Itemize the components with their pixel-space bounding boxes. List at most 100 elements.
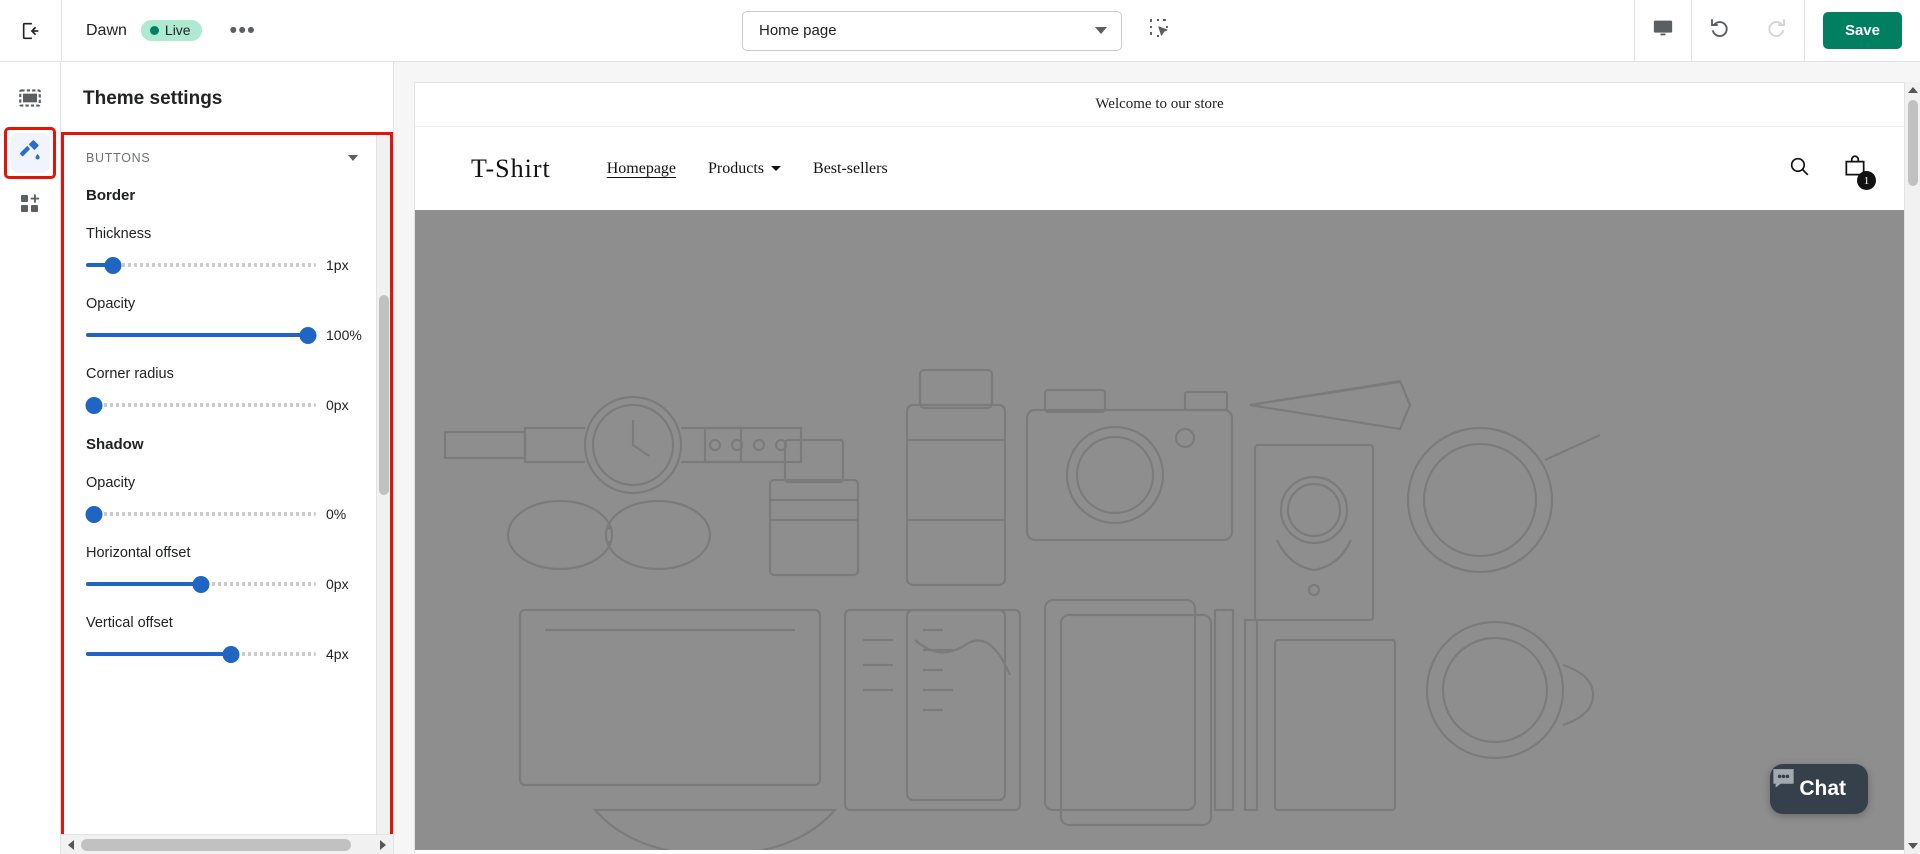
slider-vertical-offset[interactable]	[86, 645, 316, 663]
redo-button[interactable]	[1748, 0, 1804, 61]
group-header-buttons[interactable]: BUTTONS	[86, 151, 368, 165]
selection-cursor-icon	[1147, 16, 1171, 45]
slider-knob[interactable]	[104, 256, 122, 274]
undo-button[interactable]	[1692, 0, 1748, 61]
panel-horizontal-scroll-thumb[interactable]	[81, 838, 351, 851]
setting-field: Opacity 0%	[85, 475, 368, 523]
slider-value: 0%	[326, 506, 347, 522]
storefront-preview: Welcome to our store T-Shirt Homepage Pr…	[414, 82, 1904, 854]
scroll-left-arrow-icon	[68, 839, 74, 850]
save-button[interactable]: Save	[1822, 12, 1902, 49]
undo-icon	[1708, 16, 1732, 45]
store-logo[interactable]: T-Shirt	[471, 154, 551, 184]
setting-field: Opacity 100%	[86, 296, 368, 344]
slider-shadow-opacity[interactable]	[85, 505, 316, 523]
settings-scroll-region: BUTTONS Border Thickness 1px Opacity 100…	[61, 132, 393, 834]
scroll-up-button[interactable]	[1905, 82, 1920, 98]
status-badge-live[interactable]: Live	[140, 20, 202, 41]
sidebar-item-sections[interactable]	[10, 80, 50, 120]
scroll-left-button[interactable]	[61, 835, 81, 854]
slider-knob[interactable]	[192, 575, 210, 593]
slider-knob[interactable]	[85, 396, 103, 414]
slider-value: 1px	[326, 257, 349, 273]
storefront-header: T-Shirt Homepage Products Best-sellers 1	[415, 127, 1904, 210]
slider-value: 100%	[326, 327, 362, 343]
sidebar-item-app-embeds[interactable]	[10, 186, 50, 226]
slider-fill	[86, 582, 201, 586]
top-toolbar: Dawn Live ••• Home page Save	[0, 0, 1920, 62]
slider-track	[86, 403, 316, 407]
slider-knob[interactable]	[299, 326, 317, 344]
storefront-nav: Homepage Products Best-sellers	[607, 160, 888, 178]
slider-fill	[86, 263, 107, 267]
chevron-down-icon	[348, 155, 358, 161]
slider-knob[interactable]	[222, 645, 240, 663]
panel-horizontal-scrollbar[interactable]	[61, 834, 393, 854]
sidebar-item-theme-settings[interactable]	[10, 133, 50, 173]
nav-link-homepage[interactable]: Homepage	[607, 160, 676, 178]
slider-knob[interactable]	[85, 505, 103, 523]
slider-border-opacity[interactable]	[86, 326, 317, 344]
panel-vertical-scroll-thumb[interactable]	[379, 295, 389, 495]
settings-section: Shadow Opacity 0% Horizontal offset 0px …	[85, 436, 368, 663]
page-selector-group: Home page	[742, 10, 1178, 51]
slider-thickness[interactable]	[86, 256, 316, 274]
more-options-button[interactable]: •••	[222, 16, 265, 45]
field-label: Vertical offset	[86, 615, 173, 631]
scroll-down-button[interactable]	[1905, 838, 1920, 854]
theme-meta: Dawn Live •••	[86, 16, 264, 45]
setting-field: Thickness 1px	[86, 226, 368, 274]
slider-row: 0px	[85, 396, 368, 414]
page-selector-value: Home page	[759, 22, 837, 39]
chat-widget-label: Chat	[1799, 777, 1846, 800]
device-preview-button[interactable]	[1635, 0, 1691, 61]
scroll-right-arrow-icon	[380, 839, 386, 850]
sections-icon	[17, 85, 43, 116]
nav-label: Best-sellers	[813, 159, 888, 177]
chat-widget-button[interactable]: Chat	[1770, 764, 1868, 814]
slider-horizontal-offset[interactable]	[86, 575, 316, 593]
preview-vertical-scrollbar[interactable]	[1904, 82, 1920, 854]
slider-track	[86, 512, 316, 516]
setting-field: Horizontal offset 0px	[86, 545, 368, 593]
cart-button[interactable]: 1	[1842, 153, 1876, 190]
chevron-down-icon	[1095, 27, 1107, 34]
redo-icon	[1764, 16, 1788, 45]
slider-row: 4px	[86, 645, 368, 663]
group-label: BUTTONS	[86, 151, 151, 165]
field-label: Opacity	[86, 475, 136, 491]
field-label: Thickness	[86, 226, 152, 242]
theme-settings-panel: Theme settings BUTTONS Border Thickness	[61, 62, 394, 854]
search-icon[interactable]	[1787, 154, 1812, 184]
topbar-right-actions: Save	[1633, 0, 1920, 61]
slider-row: 100%	[86, 326, 368, 344]
app-blocks-icon	[18, 192, 42, 221]
field-label: Corner radius	[86, 366, 174, 382]
preview-scroll-thumb[interactable]	[1908, 100, 1918, 186]
nav-link-best-sellers[interactable]: Best-sellers	[813, 160, 888, 178]
live-badge-label: Live	[164, 22, 191, 38]
field-label: Horizontal offset	[86, 545, 191, 561]
slider-corner-radius[interactable]	[85, 396, 316, 414]
scroll-up-arrow-icon	[1907, 87, 1918, 93]
theme-name: Dawn	[86, 21, 127, 39]
panel-vertical-scrollbar[interactable]	[376, 135, 390, 834]
hero-banner-placeholder: Chat	[415, 210, 1904, 850]
slider-row: 0%	[85, 505, 368, 523]
setting-field: Vertical offset 4px	[86, 615, 368, 663]
inspector-select-tool-button[interactable]	[1140, 12, 1178, 50]
exit-editor-button[interactable]	[0, 0, 62, 61]
nav-link-products[interactable]: Products	[708, 160, 782, 178]
page-selector-dropdown[interactable]: Home page	[742, 10, 1122, 51]
divider	[1803, 0, 1805, 61]
scroll-right-button[interactable]	[373, 835, 393, 854]
theme-settings-highlight-box	[4, 127, 56, 179]
settings-list: BUTTONS Border Thickness 1px Opacity 100…	[64, 135, 390, 834]
storefront-actions: 1	[1787, 153, 1876, 190]
live-status-dot	[149, 25, 159, 35]
page-title: Theme settings	[83, 88, 223, 109]
scroll-down-arrow-icon	[1907, 843, 1918, 849]
section-heading: Shadow	[86, 436, 144, 453]
panel-hscroll-track[interactable]	[81, 835, 373, 854]
hero-placeholder-illustration	[443, 368, 1601, 850]
